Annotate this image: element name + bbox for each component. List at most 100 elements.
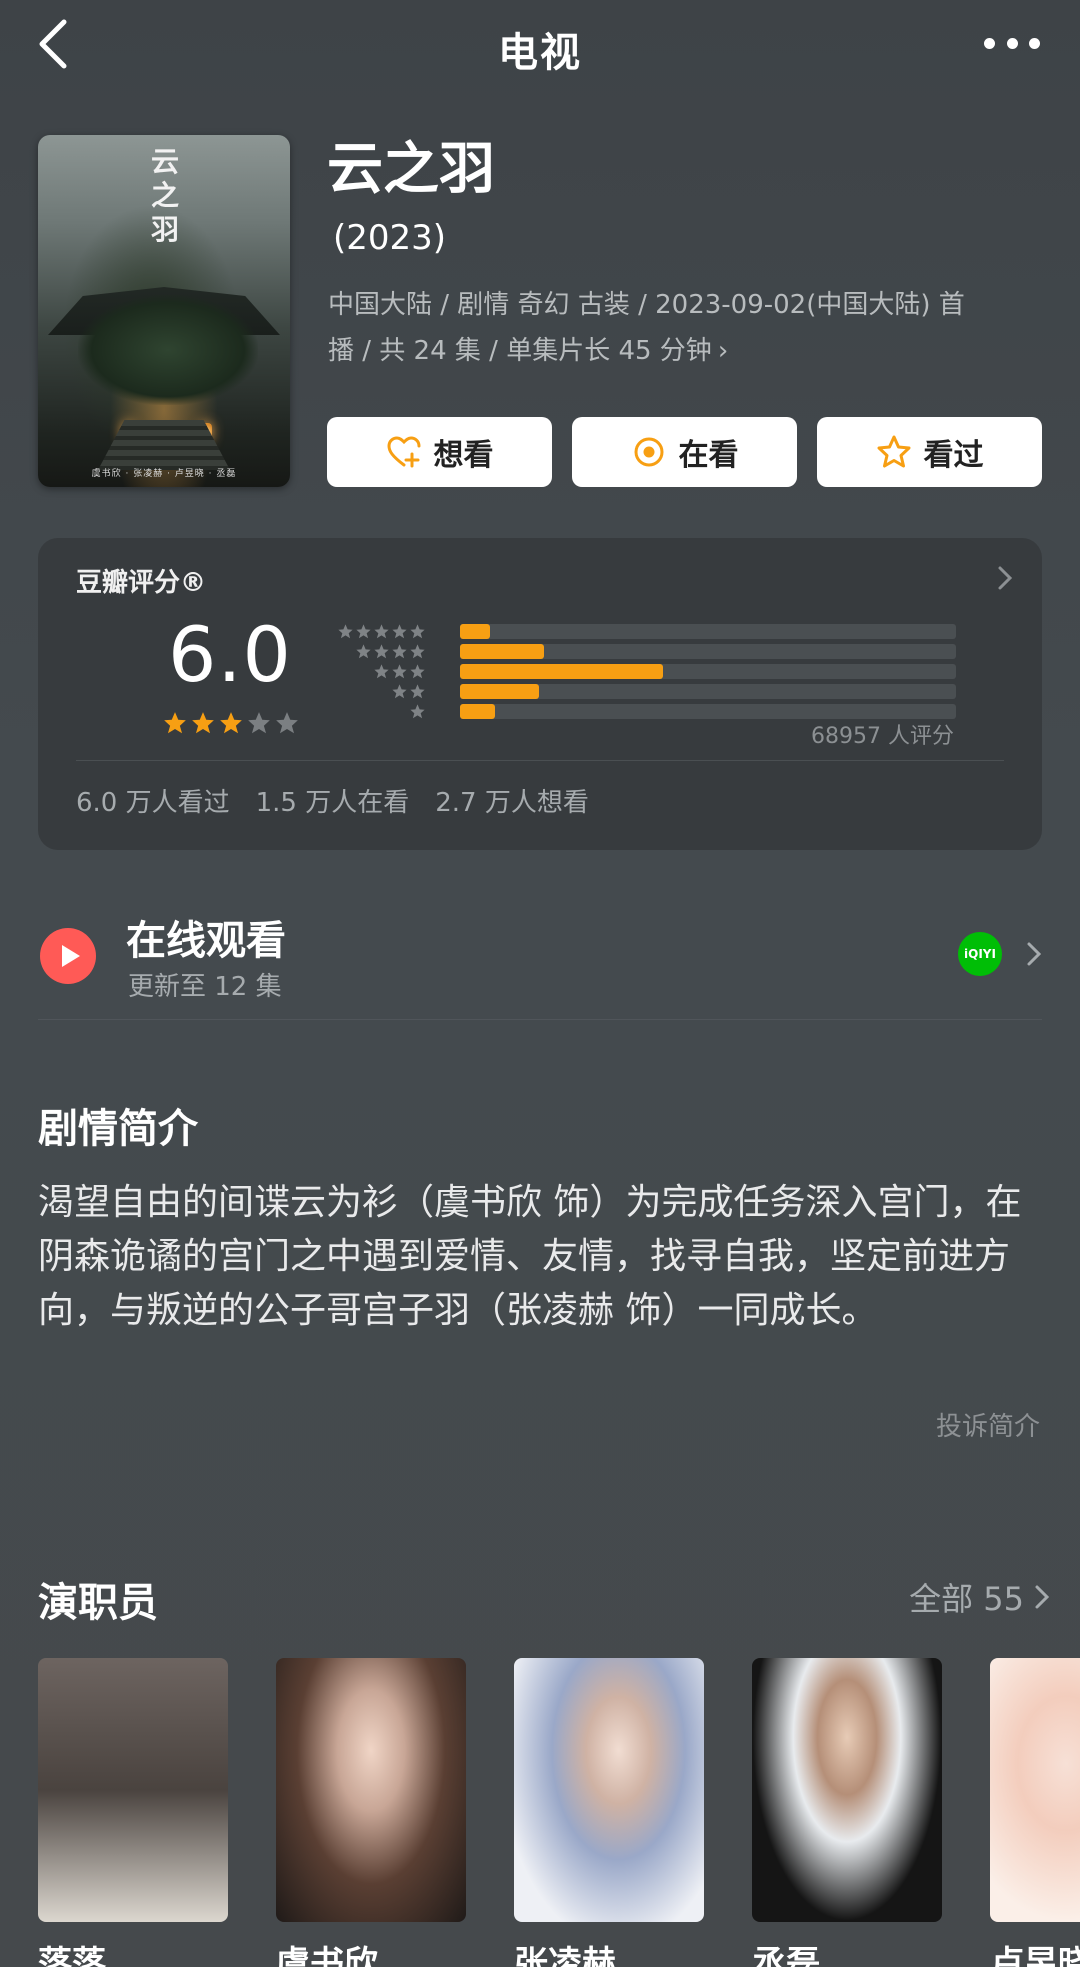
rating-label: 豆瓣评分® (76, 568, 207, 598)
heart-plus-icon (386, 436, 420, 468)
small-star-icon (374, 644, 389, 659)
more-options-button[interactable] (984, 28, 1040, 58)
divider (38, 1019, 1042, 1020)
cast-photo (276, 1658, 466, 1922)
cast-list[interactable]: 落落 虞书欣 张凌赫 丞磊 卢昱晓 (38, 1658, 1080, 1967)
synopsis-title: 剧情简介 (38, 1106, 198, 1152)
small-star-icon (410, 664, 425, 679)
cast-member[interactable]: 落落 (38, 1658, 228, 1967)
poster-title: 云之羽 (150, 145, 179, 246)
watched-button[interactable]: 看过 (817, 417, 1042, 487)
rating-distribution (320, 622, 956, 722)
rating-distribution-row (320, 622, 956, 642)
cast-name: 落落 (38, 1944, 106, 1967)
online-watch-row[interactable]: 在线观看 更新至 12 集 iQIYI (38, 900, 1042, 1020)
watched-label: 看过 (923, 438, 984, 473)
rating-bar-track (460, 664, 956, 679)
show-poster[interactable]: 云之羽 虞书欣 · 张凌赫 · 卢昱晓 · 丞磊 (38, 135, 290, 487)
more-dot-icon (1029, 37, 1040, 49)
star-outline-icon (877, 435, 910, 468)
star-empty-icon (248, 712, 270, 734)
cast-member[interactable]: 丞磊 (752, 1658, 942, 1967)
rating-bar-track (460, 644, 956, 659)
iqiyi-icon[interactable]: iQIYI (958, 932, 1002, 976)
star-filled-icon (220, 712, 242, 734)
small-star-icon (410, 704, 425, 719)
poster-tree (78, 295, 258, 405)
small-star-icon (392, 684, 407, 699)
cast-title: 演职员 (38, 1580, 158, 1626)
rating-distribution-row (320, 682, 956, 702)
rating-bar-fill (460, 624, 490, 639)
small-star-icon (392, 664, 407, 679)
star-filled-icon (164, 712, 186, 734)
page-title: 电视 (498, 30, 582, 76)
rating-bar-fill (460, 704, 495, 719)
cast-name: 张凌赫 (514, 1944, 616, 1967)
watching-label: 在看 (678, 438, 739, 473)
rating-distribution-row (320, 662, 956, 682)
small-star-icon (410, 684, 425, 699)
cast-photo (752, 1658, 942, 1922)
rating-row-stars (354, 643, 426, 660)
synopsis-text: 渴望自由的间谍云为衫（虞书欣 饰）为完成任务深入宫门，在阴森诡谲的宫门之中遇到爱… (38, 1182, 1022, 1331)
rating-count: 68957 人评分 (811, 724, 954, 749)
show-title: 云之羽 (327, 137, 495, 202)
rating-stats: 6.0 万人看过 1.5 万人在看 2.7 万人想看 (76, 782, 589, 819)
watching-count: 1.5 万人在看 (255, 788, 410, 818)
chevron-right-icon (1035, 1585, 1050, 1609)
small-star-icon (392, 644, 407, 659)
cast-photo (990, 1658, 1080, 1922)
cast-member[interactable]: 张凌赫 (514, 1658, 704, 1967)
cast-all-link[interactable]: 全部 55 (909, 1574, 1050, 1620)
small-star-icon (392, 624, 407, 639)
cast-photo (514, 1658, 704, 1922)
want-to-watch-button[interactable]: 想看 (327, 417, 552, 487)
small-star-icon (356, 644, 371, 659)
want-to-watch-label: 想看 (433, 438, 494, 473)
target-icon (634, 437, 663, 467)
rating-score: 6.0 (168, 610, 292, 699)
show-year: (2023) (333, 218, 447, 258)
rating-row-stars (390, 683, 426, 700)
show-meta[interactable]: 中国大陆 / 剧情 奇幻 古装 / 2023-09-02(中国大陆) 首 播 /… (328, 282, 1018, 374)
online-watch-subtitle: 更新至 12 集 (128, 972, 282, 1002)
more-dot-icon (984, 37, 995, 49)
rating-bar-fill (460, 664, 664, 679)
small-star-icon (356, 624, 371, 639)
rating-bar-fill (460, 684, 540, 699)
cast-name: 丞磊 (752, 1944, 820, 1967)
rating-row-stars (336, 623, 426, 640)
rating-bar-track (460, 684, 956, 699)
cast-name: 虞书欣 (276, 1944, 378, 1967)
show-meta-line: 播 / 共 24 集 / 单集片长 45 分钟 › (328, 328, 1018, 374)
small-star-icon (338, 624, 353, 639)
chevron-right-icon (1027, 942, 1042, 966)
top-bar: 电视 (0, 0, 1080, 90)
online-watch-title: 在线观看 (126, 918, 286, 964)
poster-credits: 虞书欣 · 张凌赫 · 卢昱晓 · 丞磊 (91, 469, 237, 479)
cast-photo (38, 1658, 228, 1922)
divider (76, 760, 1004, 761)
cast-member[interactable]: 卢昱晓 (990, 1658, 1080, 1967)
watched-count: 6.0 万人看过 (76, 788, 230, 818)
show-meta-text: 播 / 共 24 集 / 单集片长 45 分钟 (328, 336, 712, 366)
rating-bar-track (460, 704, 956, 719)
star-filled-icon (192, 712, 214, 734)
play-icon (40, 928, 96, 984)
small-star-icon (374, 624, 389, 639)
small-star-icon (374, 664, 389, 679)
small-star-icon (410, 624, 425, 639)
watching-button[interactable]: 在看 (572, 417, 797, 487)
chevron-right-icon (998, 566, 1013, 590)
cast-name: 卢昱晓 (990, 1944, 1080, 1967)
want-count: 2.7 万人想看 (435, 788, 589, 818)
cast-all-label: 全部 55 (909, 1580, 1024, 1618)
small-star-icon (410, 644, 425, 659)
more-dot-icon (1006, 37, 1018, 49)
rating-bar-track (460, 624, 956, 639)
report-synopsis-link[interactable]: 投诉简介 (936, 1406, 1040, 1443)
rating-card[interactable]: 豆瓣评分® 6.0 68957 人评分 6.0 万人看过 1.5 万人在看 2.… (38, 538, 1042, 850)
cast-member[interactable]: 虞书欣 (276, 1658, 466, 1967)
rating-row-stars (372, 663, 426, 680)
